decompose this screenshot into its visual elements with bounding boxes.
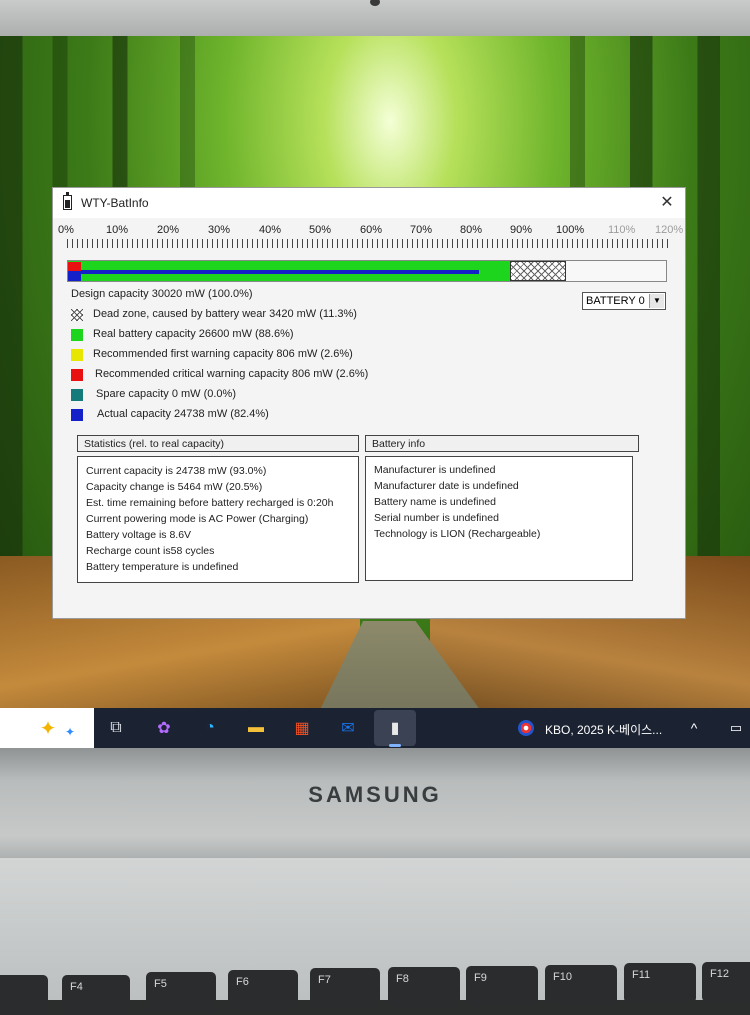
keyboard-key: F4 bbox=[62, 975, 130, 1015]
edge-icon[interactable]: ◔ bbox=[198, 716, 222, 740]
stat-line: Est. time remaining before battery recha… bbox=[86, 497, 334, 509]
keyboard-key: F8 bbox=[388, 967, 460, 1007]
batinfo-window: WTY-BatInfo ✕ 0% 10% 20% 30% 40% 50% 60%… bbox=[52, 187, 686, 619]
key-label: F8 bbox=[396, 973, 409, 985]
info-line: Serial number is undefined bbox=[374, 512, 499, 524]
warning-swatch bbox=[71, 349, 83, 361]
news-widget-icon[interactable] bbox=[518, 720, 534, 736]
brand-logo: SAMSUNG bbox=[308, 782, 442, 807]
display-icon[interactable]: ▭ bbox=[724, 716, 748, 740]
legend-dead-zone-text: Dead zone, caused by battery wear 3420 m… bbox=[93, 308, 357, 320]
real-swatch bbox=[71, 329, 83, 341]
legend-real-text: Real battery capacity 26600 mW (88.6%) bbox=[93, 328, 294, 340]
keyboard-key: F12 bbox=[702, 962, 750, 1002]
key-label: F5 bbox=[154, 978, 167, 990]
window-title: WTY-BatInfo bbox=[81, 196, 149, 210]
keyboard-key bbox=[0, 975, 48, 1015]
taskbar: ✦ ✦ ⧉ ✿ ◔ ▬ ▦ ✉ ▮ KBO, 2025 K-베이스... ^ ▭ bbox=[0, 708, 750, 748]
key-label: F6 bbox=[236, 976, 249, 988]
ruler-label: 90% bbox=[510, 224, 533, 236]
keyboard-key: F11 bbox=[624, 963, 696, 1003]
battery-dropdown-value: BATTERY 0 bbox=[586, 295, 645, 307]
stat-line: Current capacity is 24738 mW (93.0%) bbox=[86, 465, 267, 477]
legend-spare-text: Spare capacity 0 mW (0.0%) bbox=[96, 388, 236, 400]
key-label: F7 bbox=[318, 974, 331, 986]
copilot-app-icon[interactable]: ✿ bbox=[152, 716, 176, 740]
ruler-label: 10% bbox=[106, 224, 129, 236]
key-label: F9 bbox=[474, 972, 487, 984]
key-label: F11 bbox=[632, 969, 651, 981]
ruler-label: 60% bbox=[360, 224, 383, 236]
outlook-icon[interactable]: ✉ bbox=[336, 716, 360, 740]
legend-critical-text: Recommended critical warning capacity 80… bbox=[95, 368, 369, 380]
battery-info-panel: Manufacturer is undefined Manufacturer d… bbox=[365, 456, 633, 581]
task-view-icon[interactable]: ⧉ bbox=[104, 716, 128, 740]
info-line: Manufacturer is undefined bbox=[374, 464, 496, 476]
statistics-header: Statistics (rel. to real capacity) bbox=[77, 435, 359, 452]
key-label: F4 bbox=[70, 981, 83, 993]
keyboard-key: F10 bbox=[545, 965, 617, 1005]
percentage-ruler: 0% 10% 20% 30% 40% 50% 60% 70% 80% 90% 1… bbox=[58, 224, 683, 254]
statistics-panel: Current capacity is 24738 mW (93.0%) Cap… bbox=[77, 456, 359, 583]
ruler-label: 100% bbox=[556, 224, 585, 236]
critical-capacity-marker bbox=[68, 262, 81, 271]
spare-swatch bbox=[71, 389, 83, 401]
file-explorer-icon[interactable]: ▬ bbox=[244, 716, 268, 740]
actual-capacity-line bbox=[68, 270, 479, 274]
stat-line: Capacity change is 5464 mW (20.5%) bbox=[86, 481, 263, 493]
laptop-top-bezel bbox=[0, 0, 750, 40]
close-button[interactable]: ✕ bbox=[657, 193, 677, 213]
ruler-label: 110% bbox=[608, 224, 636, 236]
legend-actual-text: Actual capacity 24738 mW (82.4%) bbox=[97, 408, 269, 420]
dead-zone-swatch bbox=[71, 309, 83, 321]
keyboard-key: F7 bbox=[310, 968, 380, 1008]
battery-icon bbox=[63, 192, 72, 210]
legend-warning-text: Recommended first warning capacity 806 m… bbox=[93, 348, 353, 360]
active-indicator bbox=[389, 744, 401, 747]
ruler-label: 50% bbox=[309, 224, 332, 236]
capacity-bar bbox=[67, 260, 667, 282]
ruler-tick-marks bbox=[67, 239, 671, 248]
battery-dropdown[interactable]: BATTERY 0 ▼ bbox=[582, 292, 666, 310]
store-icon[interactable]: ▦ bbox=[290, 716, 314, 740]
battery-info-header: Battery info bbox=[365, 435, 639, 452]
info-line: Battery name is undefined bbox=[374, 496, 496, 508]
key-label: F10 bbox=[553, 971, 572, 983]
battery-info-header-text: Battery info bbox=[372, 438, 426, 450]
actual-swatch bbox=[71, 409, 83, 421]
ruler-label: 40% bbox=[259, 224, 282, 236]
info-line: Manufacturer date is undefined bbox=[374, 480, 519, 492]
ruler-label: 70% bbox=[410, 224, 433, 236]
sparkle-icon: ✦ bbox=[39, 717, 57, 740]
title-bar[interactable]: WTY-BatInfo ✕ bbox=[53, 188, 685, 218]
stat-line: Battery temperature is undefined bbox=[86, 561, 239, 573]
stat-line: Battery voltage is 8.6V bbox=[86, 529, 192, 541]
keyboard-key: F5 bbox=[146, 972, 216, 1012]
statistics-header-text: Statistics (rel. to real capacity) bbox=[84, 438, 225, 450]
actual-capacity-marker bbox=[68, 272, 81, 281]
keyboard-key: F9 bbox=[466, 966, 538, 1006]
ruler-label: 80% bbox=[460, 224, 483, 236]
tray-chevron-icon[interactable]: ^ bbox=[682, 716, 706, 740]
key-label: F12 bbox=[710, 968, 729, 980]
info-line: Technology is LION (Rechargeable) bbox=[374, 528, 541, 540]
critical-swatch bbox=[71, 369, 83, 381]
chevron-down-icon[interactable]: ▼ bbox=[649, 294, 664, 308]
ruler-label: 20% bbox=[157, 224, 180, 236]
legend-design-text: Design capacity 30020 mW (100.0%) bbox=[71, 288, 253, 300]
sparkle-small-icon: ✦ bbox=[64, 725, 76, 739]
webcam bbox=[370, 0, 380, 6]
copilot-search-box[interactable]: ✦ ✦ bbox=[0, 708, 94, 748]
ruler-label: 30% bbox=[208, 224, 231, 236]
stat-line: Recharge count is58 cycles bbox=[86, 545, 215, 557]
keyboard-key: F6 bbox=[228, 970, 298, 1010]
news-widget-text[interactable]: KBO, 2025 K-베이스... bbox=[545, 721, 662, 738]
stat-line: Current powering mode is AC Power (Charg… bbox=[86, 513, 309, 525]
dead-zone-fill bbox=[509, 261, 566, 281]
ruler-label: 120% bbox=[655, 224, 684, 236]
ruler-label: 0% bbox=[58, 224, 74, 236]
batinfo-icon[interactable]: ▮ bbox=[383, 716, 407, 740]
